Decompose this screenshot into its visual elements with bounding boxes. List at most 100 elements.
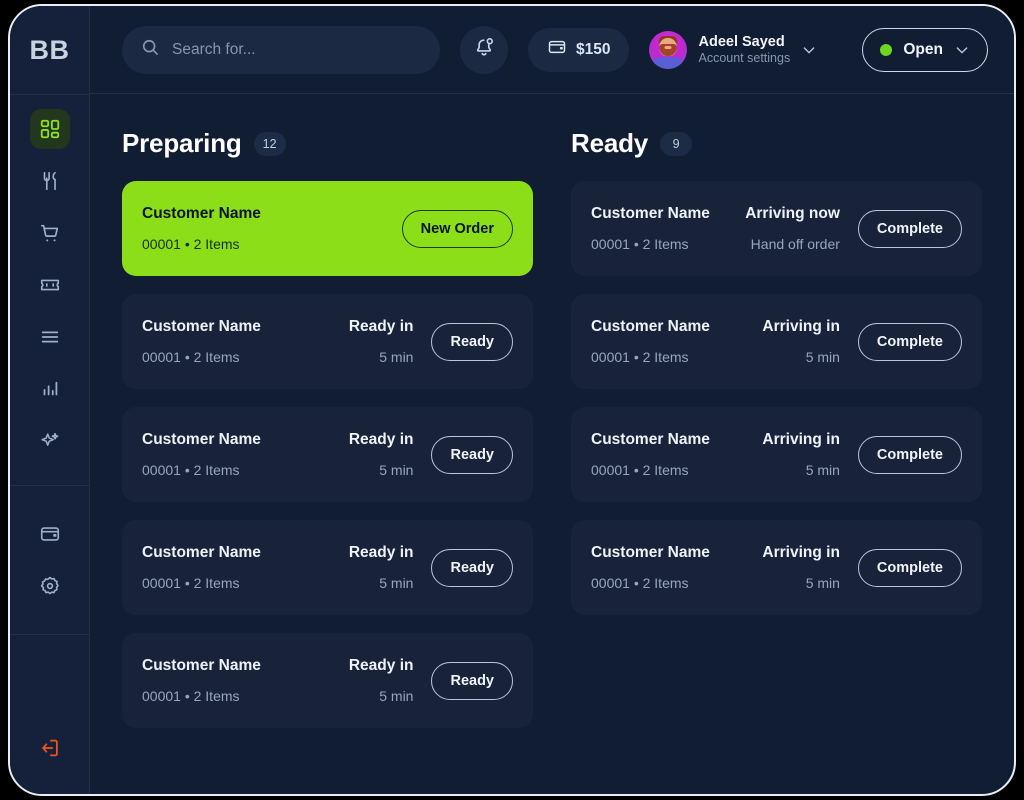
- order-card-info: Customer Name 00001 • 2 Items: [142, 431, 349, 478]
- dashboard-grid-icon: [39, 118, 61, 140]
- order-customer-name: Customer Name: [142, 657, 261, 674]
- store-status-button[interactable]: Open: [862, 27, 988, 72]
- order-timing-label: Arriving in: [762, 431, 840, 448]
- order-card[interactable]: Customer Name 00001 • 2 Items New Order: [122, 181, 533, 276]
- bar-chart-icon: [39, 378, 61, 400]
- column-title: Preparing: [122, 128, 242, 158]
- order-card[interactable]: Customer Name 00001 • 2 Items Arriving in 5…: [571, 520, 982, 615]
- order-timing: Arriving now Hand off order: [745, 205, 840, 252]
- order-action-button[interactable]: Complete: [857, 209, 962, 248]
- order-customer-name: Customer Name: [142, 205, 261, 222]
- wallet-icon: [547, 37, 567, 62]
- order-timing-label: Ready in: [348, 431, 414, 448]
- order-action-button[interactable]: Complete: [857, 548, 962, 587]
- order-card[interactable]: Customer Name 00001 • 2 Items Arriving in 5…: [571, 294, 982, 389]
- order-action-button[interactable]: Complete: [857, 322, 962, 361]
- top-header: $150 Adeel Sayed Account settings: [90, 6, 1014, 94]
- sidebar-item-coupons[interactable]: [30, 265, 70, 305]
- order-timing-value: 5 min: [805, 575, 840, 591]
- order-timing-value: 5 min: [379, 575, 414, 591]
- order-meta: 00001 • 2 Items: [591, 462, 689, 478]
- order-timing-label: Arriving now: [745, 205, 840, 222]
- sidebar-item-analytics[interactable]: [30, 369, 70, 409]
- order-meta: 00001 • 2 Items: [142, 462, 240, 478]
- account-name: Adeel Sayed: [698, 33, 785, 50]
- chevron-down-icon[interactable]: [954, 42, 970, 58]
- order-timing-label: Ready in: [348, 544, 414, 561]
- order-card[interactable]: Customer Name 00001 • 2 Items Ready in 5 mi…: [122, 520, 533, 615]
- app-logo: BB: [29, 34, 70, 65]
- order-card-info: Customer Name 00001 • 2 Items: [591, 205, 745, 252]
- order-timing-value: 5 min: [805, 349, 840, 365]
- account-text: Adeel Sayed Account settings: [698, 33, 790, 67]
- account-menu[interactable]: Adeel Sayed Account settings: [649, 30, 823, 69]
- bell-icon: [473, 36, 495, 63]
- order-card[interactable]: Customer Name 00001 • 2 Items Arriving now…: [571, 181, 982, 276]
- sidebar: BB: [10, 6, 90, 794]
- order-timing: Arriving in 5 min: [762, 544, 840, 591]
- sparkles-icon: [39, 430, 61, 452]
- order-action-button[interactable]: Complete: [857, 435, 962, 474]
- sidebar-item-wallet[interactable]: [30, 514, 70, 554]
- column-header: Ready 9: [571, 128, 982, 159]
- order-meta: 00001 • 2 Items: [142, 688, 240, 704]
- order-action-button[interactable]: Ready: [431, 661, 513, 700]
- order-timing-label: Ready in: [348, 318, 414, 335]
- status-dot-icon: [880, 43, 893, 56]
- order-card-info: Customer Name 00001 • 2 Items: [142, 544, 349, 591]
- order-card[interactable]: Customer Name 00001 • 2 Items Ready in 5 mi…: [122, 633, 533, 728]
- order-action-button[interactable]: Ready: [431, 322, 513, 361]
- order-card-info: Customer Name 00001 • 2 Items: [142, 205, 402, 252]
- chevron-down-icon[interactable]: [801, 42, 817, 58]
- sidebar-spacer: [10, 634, 89, 722]
- order-card[interactable]: Customer Name 00001 • 2 Items Arriving in 5…: [571, 407, 982, 502]
- column-title: Ready: [571, 128, 649, 158]
- balance-pill[interactable]: $150: [528, 27, 630, 72]
- order-timing: Ready in 5 min: [349, 318, 414, 365]
- order-timing: Arriving in 5 min: [762, 318, 840, 365]
- sidebar-item-menu[interactable]: [30, 161, 70, 201]
- order-card-info: Customer Name 00001 • 2 Items: [591, 431, 762, 478]
- column-count-badge: 9: [660, 131, 693, 156]
- order-meta: 00001 • 2 Items: [591, 575, 689, 591]
- order-card[interactable]: Customer Name 00001 • 2 Items Ready in 5 mi…: [122, 294, 533, 389]
- logout-icon: [39, 737, 61, 759]
- order-timing-value: 5 min: [379, 462, 414, 478]
- board-column: Preparing 12 Customer Name 00001 • 2 Items N…: [122, 128, 533, 794]
- order-customer-name: Customer Name: [591, 431, 710, 448]
- sidebar-item-logout[interactable]: [30, 728, 70, 768]
- order-timing: Ready in 5 min: [349, 431, 414, 478]
- ticket-icon: [39, 274, 61, 296]
- order-timing-label: Arriving in: [762, 544, 840, 561]
- order-meta: 00001 • 2 Items: [142, 575, 240, 591]
- sidebar-item-ai-assistant[interactable]: [30, 421, 70, 461]
- store-status-label: Open: [903, 40, 943, 58]
- balance-amount: $150: [576, 40, 611, 58]
- sidebar-item-orders[interactable]: [30, 213, 70, 253]
- order-timing-label: Ready in: [348, 657, 414, 674]
- order-card-info: Customer Name 00001 • 2 Items: [142, 318, 349, 365]
- column-count-badge: 12: [253, 131, 286, 156]
- order-customer-name: Customer Name: [591, 318, 710, 335]
- order-timing-value: 5 min: [379, 349, 414, 365]
- order-customer-name: Customer Name: [142, 431, 261, 448]
- order-customer-name: Customer Name: [142, 318, 261, 335]
- order-timing: Arriving in 5 min: [762, 431, 840, 478]
- sidebar-item-settings[interactable]: [30, 566, 70, 606]
- order-action-button[interactable]: New Order: [401, 209, 513, 248]
- sidebar-item-dashboard[interactable]: [29, 109, 70, 149]
- order-timing-value: 5 min: [805, 462, 840, 478]
- order-action-button[interactable]: Ready: [431, 435, 513, 474]
- search-input[interactable]: [172, 40, 422, 59]
- sidebar-item-list[interactable]: [30, 317, 70, 357]
- order-timing-label: Arriving in: [762, 318, 840, 335]
- notifications-button[interactable]: [460, 25, 508, 74]
- order-card[interactable]: Customer Name 00001 • 2 Items Ready in 5 mi…: [122, 407, 533, 502]
- order-action-button[interactable]: Ready: [431, 548, 513, 587]
- order-card-info: Customer Name 00001 • 2 Items: [142, 657, 349, 704]
- order-timing: Ready in 5 min: [349, 544, 414, 591]
- app-window: BB Search for... $150 Adeel Sayed Accoun…: [8, 4, 1016, 796]
- order-meta: 00001 • 2 Items: [142, 349, 240, 365]
- gear-icon: [39, 575, 61, 597]
- search-box[interactable]: [122, 25, 440, 74]
